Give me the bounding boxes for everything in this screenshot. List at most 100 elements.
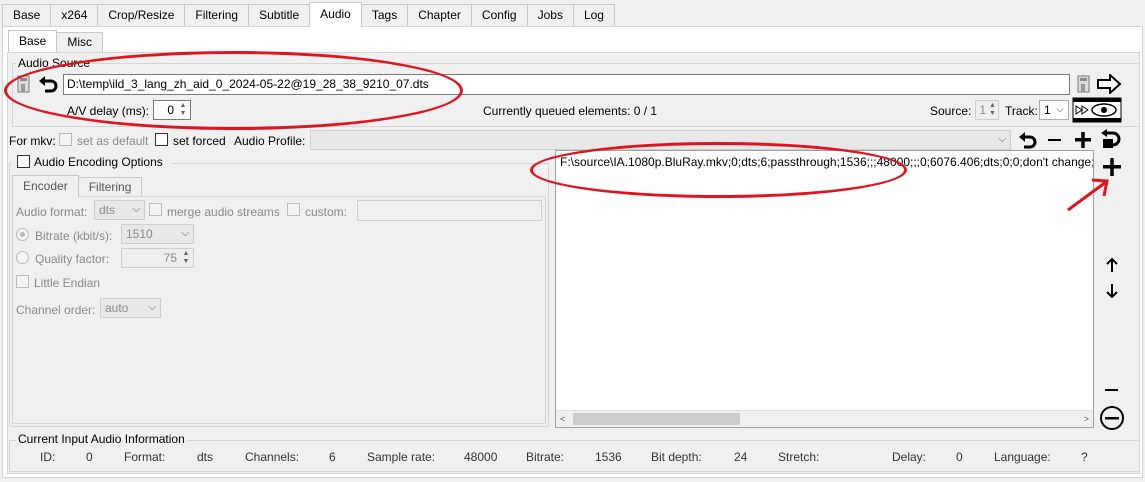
track-label: Track: [1005,104,1038,118]
info-id-value: 0 [86,450,93,464]
tab-base[interactable]: Base [2,4,52,26]
bitrate-select[interactable]: 1510 ⌵ [121,224,194,244]
audio-format-select[interactable]: dts ⌵ [94,200,145,220]
annotation-arrow [1067,178,1109,212]
info-delay-label: Delay: [892,450,927,464]
arrow-up-icon[interactable] [1103,257,1121,273]
set-forced-label: set forced [173,134,226,148]
scrollbar-thumb[interactable] [573,413,740,425]
audio-encoding-checkbox[interactable] [17,155,30,168]
info-format-label: Format: [124,450,166,464]
arrow-down-icon[interactable] [1103,283,1121,299]
custom-input[interactable] [357,200,542,221]
remove-circle-icon[interactable] [1099,405,1125,431]
open-file-icon[interactable] [15,73,35,95]
audio-format-label: Audio format: [16,205,88,219]
audio-queue-list[interactable]: F:\source\IA.1080p.BluRay.mkv;0;dts;6;pa… [555,150,1094,428]
open-file-icon[interactable] [1075,73,1095,95]
channel-order-select[interactable]: auto ⌵ [100,298,161,318]
audio-source-title: Audio Source [16,56,93,70]
little-endian-label: Little Endian [34,276,101,290]
audio-encoding-title: Audio Encoding Options [34,155,163,169]
av-delay-spinbox[interactable]: 0 ▲ ▼ [153,100,191,120]
undo-icon[interactable] [37,73,59,95]
info-channels-value: 6 [329,450,336,464]
channel-order-label: Channel order: [16,303,96,317]
info-bit-depth-label: Bit depth: [651,450,702,464]
for-mkv-label: For mkv: [9,134,56,148]
bitrate-value: 1510 [126,227,153,241]
custom-checkbox[interactable] [287,203,300,216]
spin-arrows-icon[interactable]: ▲ ▼ [180,250,192,266]
save-profile-icon[interactable] [1099,129,1123,151]
merge-audio-streams-checkbox[interactable] [149,203,162,216]
main-tabbar: Base x264 Crop/Resize Filtering Subtitle… [2,2,615,27]
minus-icon[interactable] [1045,130,1065,150]
set-forced-checkbox[interactable] [155,133,168,146]
horizontal-scrollbar[interactable]: < > [556,410,1093,427]
tab-subtitle[interactable]: Subtitle [248,4,311,26]
chevron-right-icon[interactable]: > [1084,414,1089,424]
plus-icon[interactable] [1072,129,1094,151]
subtab-base[interactable]: Base [8,30,58,52]
subtab-encoding-filtering[interactable]: Filtering [77,177,143,197]
chevron-down-icon: ⌵ [132,204,140,215]
info-sample-rate-value: 48000 [464,450,498,464]
chevron-down-icon: ⌵ [181,228,189,239]
quality-factor-spinbox[interactable]: 75 ▲ ▼ [121,248,194,268]
quality-factor-radio[interactable] [16,251,29,264]
arrow-right-icon[interactable] [1096,72,1122,96]
channel-order-value: auto [105,301,129,315]
spin-arrows-icon[interactable]: ▲ ▼ [988,102,997,118]
tab-filtering[interactable]: Filtering [184,4,250,26]
info-language-label: Language: [994,450,1051,464]
tab-tags[interactable]: Tags [360,4,409,26]
tab-x264[interactable]: x264 [50,4,99,26]
info-channels-label: Channels: [245,450,300,464]
minus-icon[interactable] [1103,383,1121,397]
subtab-encoder[interactable]: Encoder [12,175,79,197]
source-spinbox[interactable]: 1 ▲ ▼ [975,100,999,120]
tab-config[interactable]: Config [470,4,528,26]
little-endian-checkbox[interactable] [16,275,29,288]
source-value: 1 [979,103,986,117]
info-format-value: dts [197,450,214,464]
current-audio-info-title: Current Input Audio Information [16,432,187,446]
tab-crop-resize[interactable]: Crop/Resize [97,4,186,26]
info-bitrate-value: 1536 [595,450,622,464]
info-delay-value: 0 [956,450,963,464]
info-language-value: ? [1081,450,1088,464]
chevron-left-icon[interactable]: < [560,414,565,424]
av-delay-value: 0 [167,103,174,117]
set-as-default-checkbox[interactable] [59,133,72,146]
undo-icon[interactable] [1017,130,1039,150]
audio-subtabbar: Base Misc [8,30,104,52]
tab-audio[interactable]: Audio [309,2,362,27]
spin-arrows-icon[interactable]: ▲ ▼ [177,102,189,118]
bitrate-radio[interactable] [16,228,29,241]
custom-label: custom: [305,205,348,219]
chevron-down-icon: ⌵ [1056,104,1064,115]
subtab-misc[interactable]: Misc [56,32,104,52]
set-as-default-label: set as default [77,134,149,148]
info-sample-rate-label: Sample rate: [367,450,436,464]
info-bit-depth-value: 24 [734,450,748,464]
quality-factor-label: Quality factor: [35,252,110,266]
list-item[interactable]: F:\source\IA.1080p.BluRay.mkv;0;dts;6;pa… [560,155,1093,169]
preview-eye-icon[interactable] [1072,97,1122,123]
source-label: Source: [930,104,972,118]
audio-format-value: dts [99,203,116,217]
chevron-down-icon: ⌵ [998,134,1006,145]
audio-source-path-input[interactable]: D:\temp\ild_3_lang_zh_aid_0_2024-05-22@1… [63,74,1070,95]
tab-chapter[interactable]: Chapter [407,4,472,26]
tab-log[interactable]: Log [572,4,615,26]
audio-profile-select[interactable]: ⌵ [310,130,1011,150]
chevron-down-icon: ⌵ [148,302,156,313]
info-id-label: ID: [40,450,56,464]
merge-audio-streams-label: merge audio streams [167,205,280,219]
track-select[interactable]: 1 ⌵ [1039,100,1069,120]
encoding-subtabbar: Encoder Filtering [12,175,143,197]
audio-profile-label: Audio Profile: [234,134,306,148]
tab-jobs[interactable]: Jobs [526,4,574,26]
info-bitrate-label: Bitrate: [526,450,565,464]
